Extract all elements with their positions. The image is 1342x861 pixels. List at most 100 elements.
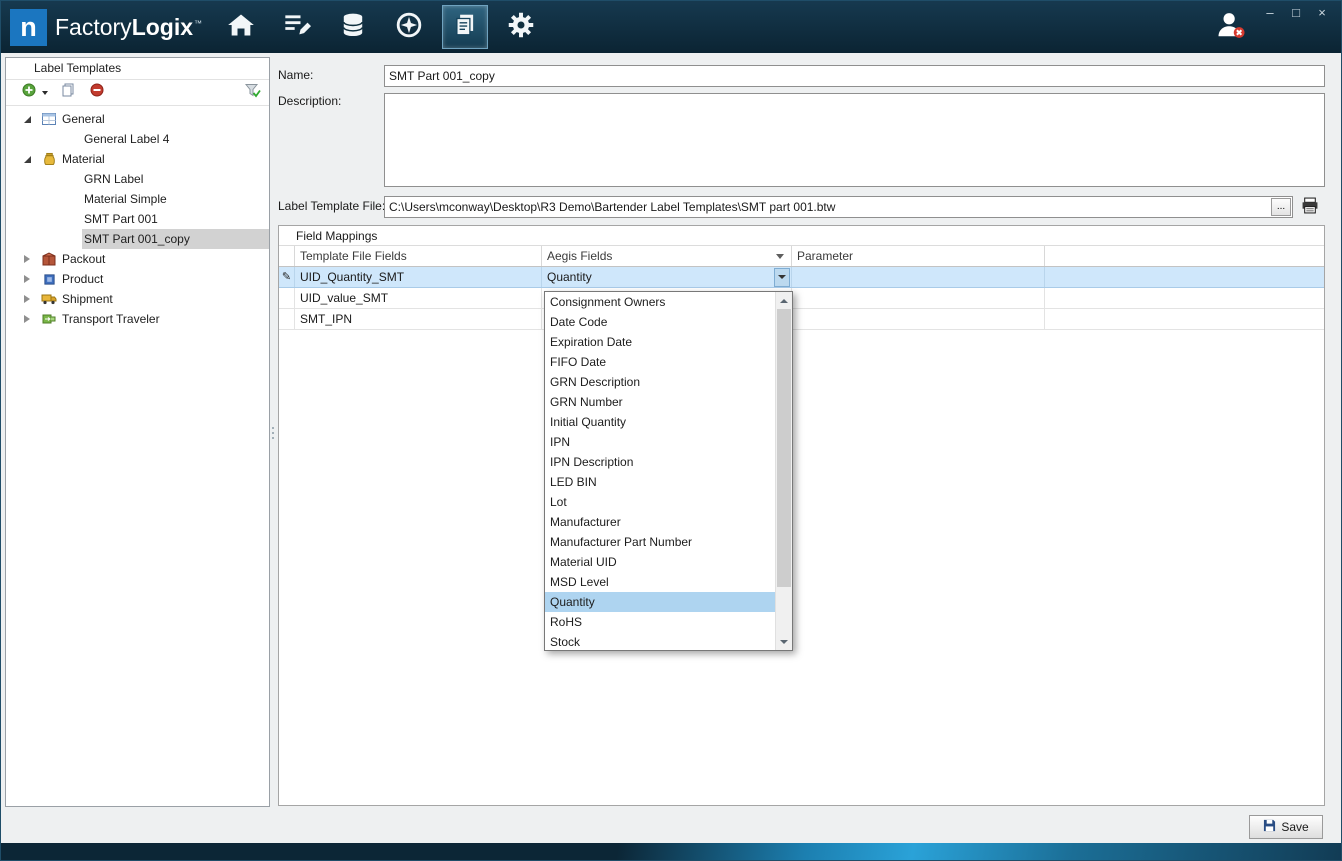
tree-item-smt-part-001[interactable]: SMT Part 001 bbox=[6, 209, 269, 229]
parameter-cell[interactable] bbox=[792, 309, 1045, 329]
tree-item-general-label-4[interactable]: General Label 4 bbox=[6, 129, 269, 149]
tree-item-label: Transport Traveler bbox=[62, 312, 160, 326]
maximize-button[interactable]: □ bbox=[1289, 5, 1303, 20]
dropdown-option[interactable]: Material UID bbox=[545, 552, 775, 572]
label-templates-nav-button[interactable] bbox=[442, 5, 488, 49]
field-mappings-group: Field Mappings Template File Fields Aegi… bbox=[278, 225, 1325, 806]
browse-button[interactable]: ... bbox=[1271, 198, 1291, 216]
mapping-row-uid-quantity-smt[interactable]: ✎ UID_Quantity_SMT Quantity bbox=[279, 267, 1324, 288]
data-nav-button[interactable] bbox=[330, 5, 376, 49]
mapping-row-uid-value-smt[interactable]: UID_value_SMT bbox=[279, 288, 1324, 309]
dropdown-option[interactable]: MSD Level bbox=[545, 572, 775, 592]
dropdown-option[interactable]: IPN bbox=[545, 432, 775, 452]
add-template-button[interactable] bbox=[22, 83, 36, 102]
expander-closed-icon[interactable] bbox=[24, 255, 34, 263]
dropdown-option[interactable]: FIFO Date bbox=[545, 352, 775, 372]
tree-item-label: Product bbox=[62, 272, 103, 286]
file-path-field[interactable]: C:\Users\mconway\Desktop\R3 Demo\Bartend… bbox=[384, 196, 1293, 218]
description-input[interactable] bbox=[384, 93, 1325, 187]
settings-nav-button[interactable] bbox=[498, 5, 544, 49]
field-mappings-title: Field Mappings bbox=[279, 226, 1324, 246]
dropdown-scrollbar[interactable] bbox=[775, 292, 792, 650]
mapping-row-smt-ipn[interactable]: SMT_IPN bbox=[279, 309, 1324, 330]
material-category-icon bbox=[41, 152, 57, 166]
tree-item-label: General bbox=[62, 112, 105, 126]
app-window: n FactoryLogix™ bbox=[0, 0, 1342, 861]
combobox-value: Quantity bbox=[547, 267, 774, 287]
transport-traveler-category-icon bbox=[41, 312, 57, 326]
save-disk-icon bbox=[1263, 819, 1276, 835]
template-field-cell[interactable]: UID_Quantity_SMT bbox=[295, 267, 542, 287]
dropdown-option[interactable]: Consignment Owners bbox=[545, 292, 775, 312]
tree-item-material-simple[interactable]: Material Simple bbox=[6, 189, 269, 209]
combobox-dropdown-button[interactable] bbox=[774, 268, 790, 287]
status-bar bbox=[1, 843, 1341, 860]
file-path-value: C:\Users\mconway\Desktop\R3 Demo\Bartend… bbox=[385, 200, 1271, 214]
filter-caret-icon[interactable] bbox=[776, 254, 784, 259]
planning-nav-button[interactable] bbox=[274, 5, 320, 49]
dropdown-option[interactable]: Manufacturer Part Number bbox=[545, 532, 775, 552]
dropdown-option[interactable]: Stock bbox=[545, 632, 775, 650]
scrollbar-thumb[interactable] bbox=[777, 309, 791, 587]
titlebar: n FactoryLogix™ bbox=[1, 1, 1341, 53]
aegis-fields-dropdown: Consignment Owners Date Code Expiration … bbox=[544, 291, 793, 651]
tree-item-grn-label[interactable]: GRN Label bbox=[6, 169, 269, 189]
tree-item-product[interactable]: Product bbox=[6, 269, 269, 289]
tree-item-label: Packout bbox=[62, 252, 105, 266]
dropdown-option[interactable]: GRN Description bbox=[545, 372, 775, 392]
dropdown-option[interactable]: Expiration Date bbox=[545, 332, 775, 352]
close-button[interactable]: × bbox=[1315, 5, 1329, 20]
printer-icon bbox=[1301, 197, 1319, 217]
dropdown-option[interactable]: IPN Description bbox=[545, 452, 775, 472]
dropdown-option-selected[interactable]: Quantity bbox=[545, 592, 775, 612]
scroll-up-button[interactable] bbox=[776, 292, 792, 309]
parameter-header[interactable]: Parameter bbox=[792, 246, 1045, 266]
expander-closed-icon[interactable] bbox=[24, 295, 34, 303]
minimize-button[interactable]: – bbox=[1263, 5, 1277, 20]
dropdown-option[interactable]: GRN Number bbox=[545, 392, 775, 412]
tree-item-smt-part-001-copy[interactable]: SMT Part 001_copy bbox=[6, 229, 269, 249]
expander-closed-icon[interactable] bbox=[24, 275, 34, 283]
save-button[interactable]: Save bbox=[1249, 815, 1323, 839]
tree-item-label: GRN Label bbox=[84, 172, 143, 186]
column-header-label: Parameter bbox=[797, 249, 853, 263]
dropdown-option[interactable]: LED BIN bbox=[545, 472, 775, 492]
tree-item-label: Material bbox=[62, 152, 105, 166]
panel-splitter[interactable] bbox=[269, 419, 276, 447]
template-file-fields-header[interactable]: Template File Fields bbox=[295, 246, 542, 266]
copy-template-button[interactable] bbox=[61, 83, 75, 102]
expander-open-icon[interactable] bbox=[24, 116, 34, 123]
expander-closed-icon[interactable] bbox=[24, 315, 34, 323]
add-dropdown-caret-icon[interactable] bbox=[42, 91, 48, 95]
name-input[interactable] bbox=[384, 65, 1325, 87]
user-account-button[interactable] bbox=[1216, 10, 1246, 45]
navigation-nav-button[interactable] bbox=[386, 5, 432, 49]
tree-item-general[interactable]: General bbox=[6, 109, 269, 129]
chevron-up-icon bbox=[780, 299, 788, 303]
dropdown-option[interactable]: Lot bbox=[545, 492, 775, 512]
aegis-fields-header[interactable]: Aegis Fields bbox=[542, 246, 792, 266]
app-logo: n bbox=[10, 9, 47, 46]
parameter-cell[interactable] bbox=[792, 267, 1045, 287]
parameter-cell[interactable] bbox=[792, 288, 1045, 308]
expander-open-icon[interactable] bbox=[24, 156, 34, 163]
print-button[interactable] bbox=[1299, 197, 1321, 217]
template-field-cell[interactable]: UID_value_SMT bbox=[295, 288, 542, 308]
template-field-cell[interactable]: SMT_IPN bbox=[295, 309, 542, 329]
dropdown-option[interactable]: Initial Quantity bbox=[545, 412, 775, 432]
chevron-down-icon bbox=[780, 640, 788, 644]
tree-item-packout[interactable]: Packout bbox=[6, 249, 269, 269]
brand-logix: Logix bbox=[132, 14, 193, 40]
scroll-down-button[interactable] bbox=[776, 633, 792, 650]
filter-button[interactable] bbox=[245, 83, 261, 103]
logo-letter: n bbox=[20, 12, 37, 43]
tree-item-material[interactable]: Material bbox=[6, 149, 269, 169]
dropdown-option[interactable]: RoHS bbox=[545, 612, 775, 632]
tree-item-transport-traveler[interactable]: Transport Traveler bbox=[6, 309, 269, 329]
aegis-field-combobox[interactable]: Quantity bbox=[542, 267, 792, 287]
dropdown-option[interactable]: Date Code bbox=[545, 312, 775, 332]
tree-item-shipment[interactable]: Shipment bbox=[6, 289, 269, 309]
dropdown-option[interactable]: Manufacturer bbox=[545, 512, 775, 532]
home-nav-button[interactable] bbox=[218, 5, 264, 49]
delete-template-button[interactable] bbox=[90, 83, 104, 102]
